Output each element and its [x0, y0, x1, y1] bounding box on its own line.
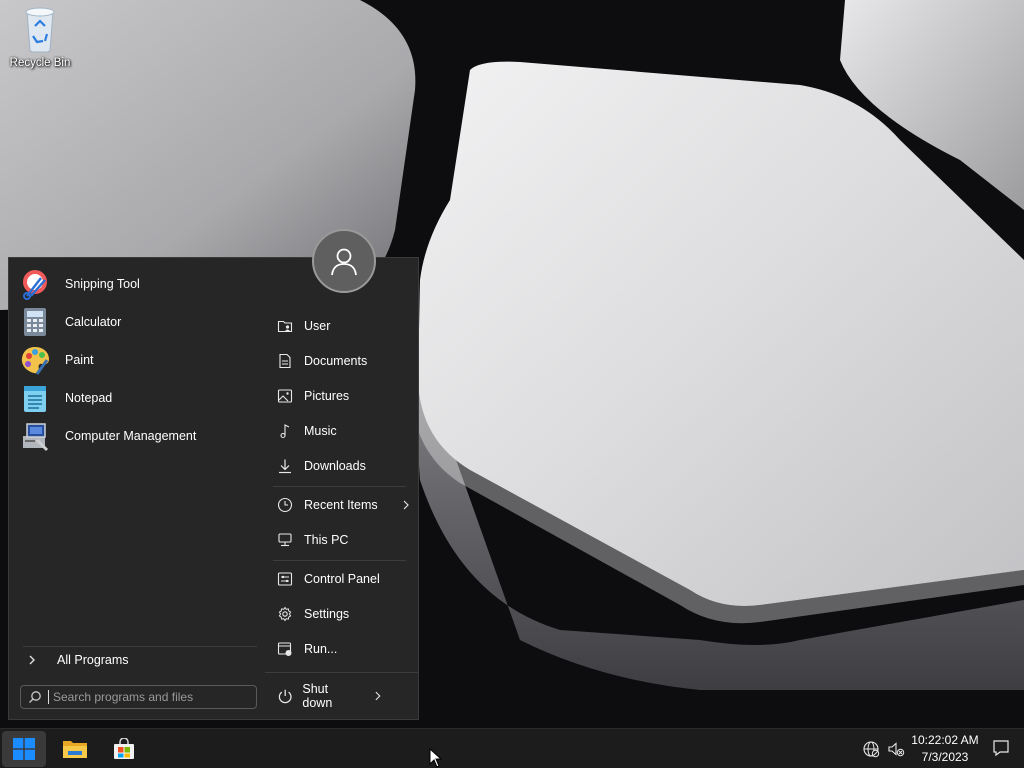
notepad-icon [24, 386, 46, 412]
desktop-icon-recycle-bin[interactable]: Recycle Bin [4, 4, 76, 76]
menu-item-label: Music [304, 424, 337, 438]
computer-icon [278, 533, 292, 547]
chevron-right-icon [29, 655, 35, 665]
chevron-right-icon [403, 500, 409, 510]
menu-item-label: Run... [304, 642, 338, 656]
menu-item-recent-items[interactable]: Recent Items [273, 490, 411, 520]
snipping-tool-icon [23, 270, 47, 300]
network-globe-icon[interactable] [862, 740, 880, 758]
text-caret [48, 690, 49, 704]
menu-item-pictures[interactable]: Pictures [273, 381, 411, 411]
menu-item-user[interactable]: User [273, 311, 411, 341]
menu-item-label: User [304, 319, 331, 333]
menu-item-label: Control Panel [304, 572, 380, 586]
windows-logo-icon [13, 738, 35, 760]
system-clock[interactable]: 10:22:02 AM 7/3/2023 [906, 732, 984, 766]
app-item-snipping-tool[interactable]: Snipping Tool [17, 266, 255, 302]
picture-icon [277, 389, 293, 403]
recycle-bin-icon [25, 7, 55, 53]
run-icon [277, 642, 292, 656]
clock-icon [277, 497, 293, 513]
menu-item-label: This PC [304, 533, 349, 547]
app-label: Computer Management [65, 429, 197, 443]
file-explorer-button[interactable] [53, 731, 97, 767]
music-note-icon [280, 424, 290, 439]
shutdown-button[interactable]: Shut down [273, 682, 383, 710]
app-item-computer-management[interactable]: Computer Management [17, 418, 255, 454]
menu-item-label: Pictures [304, 389, 350, 403]
user-folder-icon [277, 320, 293, 333]
menu-item-label: Settings [304, 607, 350, 621]
shutdown-label: Shut down [302, 682, 333, 710]
all-programs-label: All Programs [57, 653, 129, 667]
download-arrow-icon [279, 459, 291, 474]
gear-icon [278, 606, 292, 622]
clock-time: 10:22:02 AM [911, 733, 979, 747]
search-box[interactable] [20, 685, 257, 709]
app-label: Calculator [65, 315, 122, 329]
search-input[interactable] [53, 690, 248, 704]
app-label: Paint [65, 353, 94, 367]
menu-item-label: Documents [304, 354, 368, 368]
mouse-cursor-icon [429, 748, 443, 768]
menu-item-label: Recent Items [304, 498, 378, 512]
folder-icon [63, 741, 87, 758]
store-bag-icon [114, 738, 134, 759]
user-avatar[interactable] [312, 229, 376, 293]
speaker-muted-icon[interactable] [887, 740, 905, 758]
separator [23, 646, 257, 647]
separator [273, 560, 406, 561]
app-label: Notepad [65, 391, 113, 405]
menu-item-label: Downloads [304, 459, 366, 473]
document-icon [279, 353, 291, 369]
separator [265, 672, 419, 673]
notification-icon[interactable] [992, 739, 1010, 757]
chevron-right-icon[interactable] [373, 691, 383, 701]
calculator-icon [24, 308, 46, 336]
menu-item-control-panel[interactable]: Control Panel [273, 564, 411, 594]
menu-item-this-pc[interactable]: This PC [273, 525, 411, 555]
menu-item-music[interactable]: Music [273, 416, 411, 446]
microsoft-store-button[interactable] [102, 731, 146, 767]
all-programs-button[interactable]: All Programs [21, 650, 257, 670]
menu-item-settings[interactable]: Settings [273, 599, 411, 629]
user-avatar-icon [331, 248, 357, 276]
power-icon [278, 689, 292, 703]
menu-item-downloads[interactable]: Downloads [273, 451, 411, 481]
app-item-notepad[interactable]: Notepad [17, 380, 255, 416]
desktop-icon-label: Recycle Bin [9, 57, 71, 69]
app-label: Snipping Tool [65, 277, 140, 291]
app-item-paint[interactable]: Paint [17, 342, 255, 378]
control-panel-icon [277, 572, 293, 586]
start-menu: Snipping Tool Calculator Paint Notepad C… [8, 257, 419, 720]
menu-item-run[interactable]: Run... [273, 634, 411, 664]
app-item-calculator[interactable]: Calculator [17, 304, 255, 340]
taskbar: 10:22:02 AM 7/3/2023 [0, 728, 1024, 768]
computer-management-icon [23, 423, 49, 452]
search-icon [29, 691, 41, 703]
separator [273, 486, 406, 487]
start-button[interactable] [2, 731, 46, 767]
paint-icon [21, 347, 49, 375]
clock-date: 7/3/2023 [921, 750, 969, 764]
start-menu-left-pane: Snipping Tool Calculator Paint Notepad C… [9, 258, 265, 721]
menu-item-documents[interactable]: Documents [273, 346, 411, 376]
